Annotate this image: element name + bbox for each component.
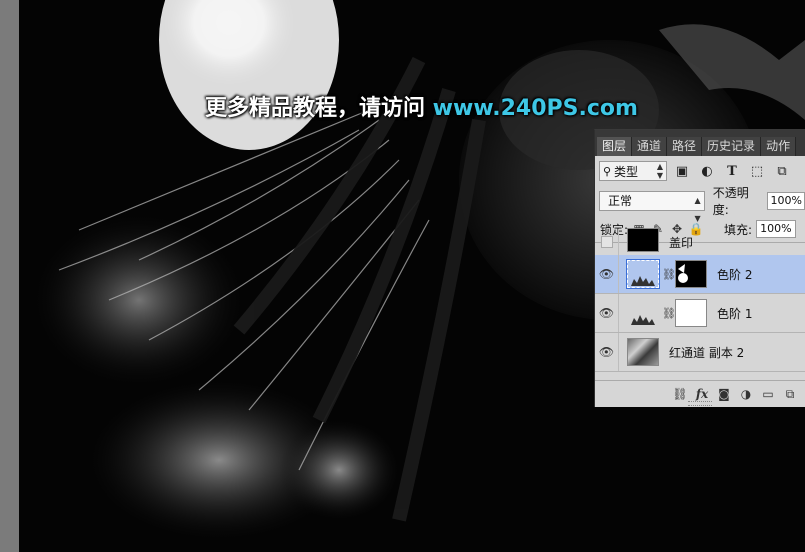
tab-channels[interactable]: 通道 (632, 137, 668, 156)
eye-icon: 👁 (598, 306, 615, 320)
watermark-url: www.240PS.com (432, 96, 638, 121)
layers-bottom-bar: ⛓ fx ◙ ◑ ▭ ⧉ (595, 380, 805, 407)
layers-panel: 图层 通道 路径 历史记录 动作 ⚲ 类型 ▲ ▼ ▣ ◐ T ⬚ ⧉ 正常 ▲ ▼… (594, 129, 805, 407)
layer-row-levels-1[interactable]: 👁 ⛓ 色阶 1 (595, 294, 805, 333)
filter-row: ⚲ 类型 ▲ ▼ ▣ ◐ T ⬚ ⧉ (595, 160, 805, 182)
panel-resize-grip[interactable] (688, 401, 712, 406)
levels-adjustment-icon (626, 259, 660, 289)
layer-thumbnail (627, 338, 659, 366)
shape-filter-icon[interactable]: ⬚ (747, 161, 767, 181)
blend-mode-select[interactable]: 正常 ▲ ▼ (599, 191, 705, 223)
opacity-input[interactable]: 100% (766, 192, 805, 210)
layer-row-stamp[interactable]: 盖印 (595, 228, 805, 256)
visibility-toggle[interactable] (595, 229, 619, 255)
adjustment-filter-icon[interactable]: ◐ (697, 161, 717, 181)
blend-mode-value: 正常 (608, 194, 633, 208)
new-layer-icon[interactable]: ⧉ (779, 384, 801, 404)
watermark-text: 更多精品教程，请访问 www.240PS.com (205, 96, 638, 121)
image-filter-icon[interactable]: ▣ (672, 161, 692, 181)
levels-adjustment-icon (627, 299, 659, 327)
layer-name: 盖印 (669, 235, 694, 250)
layer-name: 色阶 2 (717, 267, 753, 282)
layer-name: 红通道 副本 2 (669, 345, 745, 360)
add-mask-icon[interactable]: ◙ (713, 384, 735, 404)
visibility-toggle[interactable]: 👁 (595, 333, 619, 371)
eye-hidden-icon (600, 236, 613, 248)
mask-link-icon[interactable]: ⛓ (662, 268, 676, 281)
search-icon: ⚲ (602, 164, 612, 178)
filter-type-select[interactable]: ⚲ 类型 ▲ ▼ (599, 161, 667, 181)
layer-mask-thumbnail[interactable] (675, 299, 707, 327)
new-group-icon[interactable]: ▭ (757, 384, 779, 404)
filter-type-value: 类型 (614, 164, 639, 179)
mask-link-icon[interactable]: ⛓ (662, 307, 676, 320)
canvas-gutter (0, 0, 19, 552)
layer-name: 色阶 1 (717, 306, 753, 321)
layer-row-red-channel-copy-2[interactable]: 👁 红通道 副本 2 (595, 333, 805, 372)
visibility-toggle[interactable]: 👁 (595, 294, 619, 332)
smart-object-filter-icon[interactable]: ⧉ (772, 161, 792, 181)
dropdown-arrow-icon: ▲ ▼ (656, 162, 663, 180)
tab-history[interactable]: 历史记录 (702, 137, 762, 156)
blend-row: 正常 ▲ ▼ 不透明度: 100% (595, 186, 805, 223)
tab-actions[interactable]: 动作 (761, 137, 797, 156)
opacity-label: 不透明度: (712, 186, 749, 217)
tab-layers[interactable]: 图层 (597, 137, 633, 156)
layer-list: 盖印 👁 ⛓ 色阶 2 👁 ⛓ 色阶 1 👁 红通道 副本 2 (595, 228, 805, 383)
tab-paths[interactable]: 路径 (667, 137, 703, 156)
layers-panel-body: ⚲ 类型 ▲▼ ▣ ◐ T ⬚ ⧉ 正常 ▲▼ 不透明度: 100% 锁定: ▦… (595, 156, 805, 407)
panel-tab-bar: 图层 通道 路径 历史记录 动作 (595, 130, 805, 157)
eye-icon: 👁 (598, 345, 615, 359)
visibility-toggle[interactable]: 👁 (595, 255, 619, 293)
type-filter-icon[interactable]: T (722, 161, 742, 181)
eye-icon: 👁 (598, 267, 615, 281)
layer-mask-thumbnail[interactable] (675, 260, 707, 288)
layer-thumbnail (627, 228, 659, 252)
layer-row-levels-2[interactable]: 👁 ⛓ 色阶 2 (595, 255, 805, 294)
new-adjustment-icon[interactable]: ◑ (735, 384, 757, 404)
